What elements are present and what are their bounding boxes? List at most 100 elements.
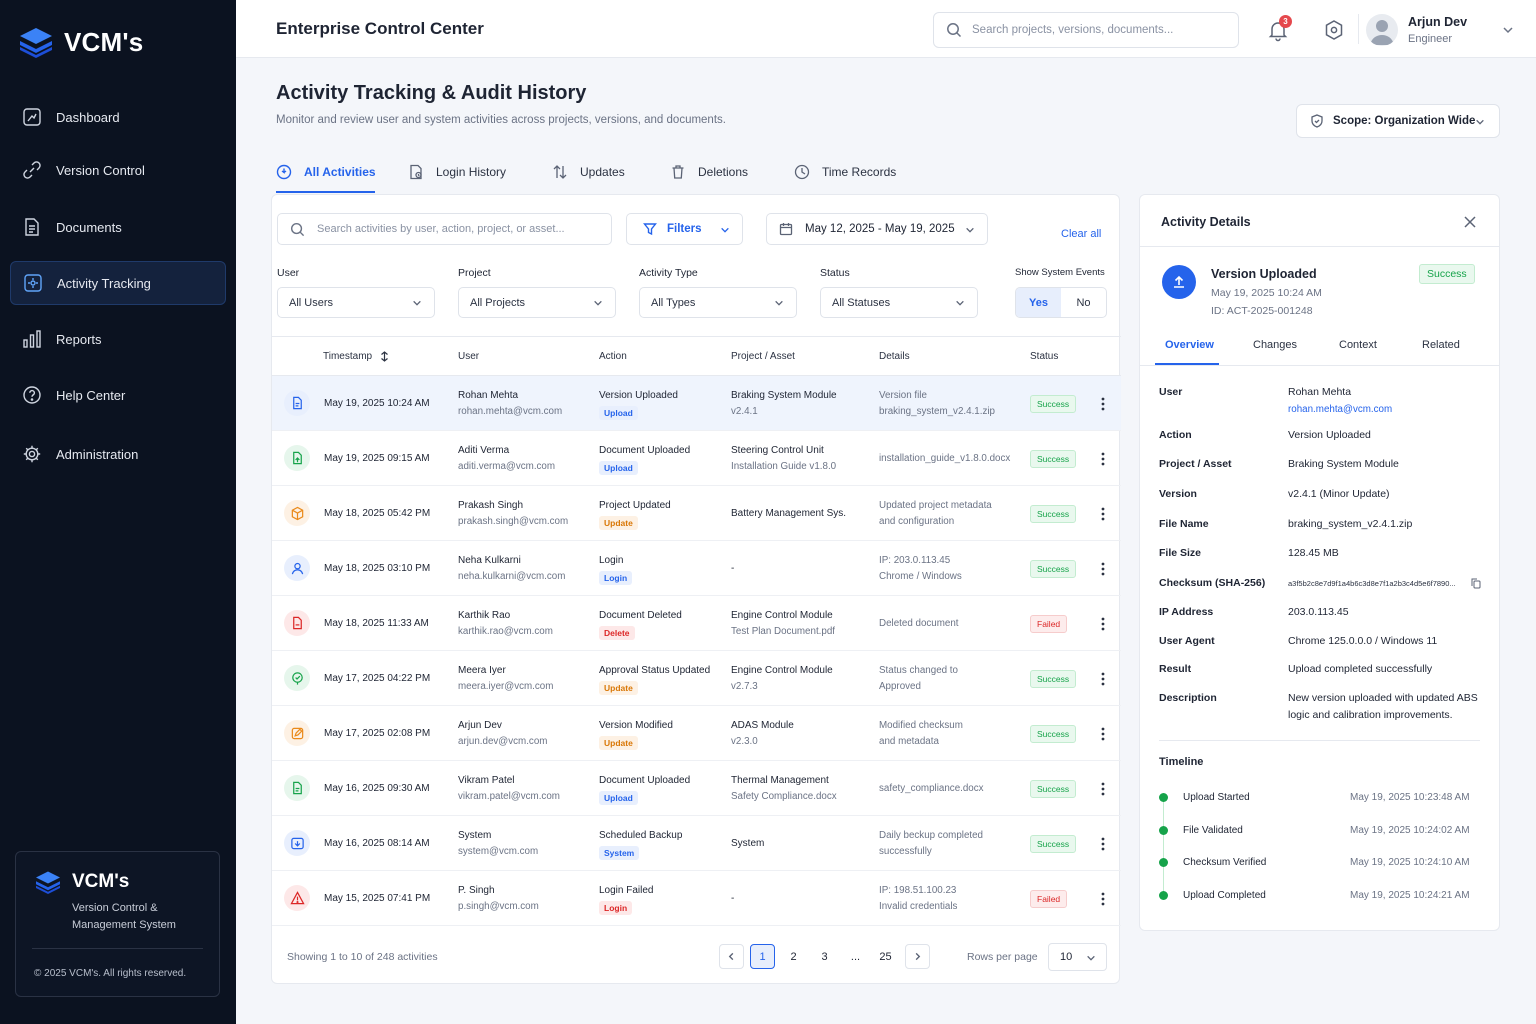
table-row[interactable]: May 18, 2025 11:33 AM Karthik Rao karthik.… (272, 596, 1121, 651)
sidebar-item-version-control[interactable]: Version Control (10, 148, 226, 192)
tab-label: Time Records (822, 165, 897, 179)
cube-icon (291, 506, 303, 520)
table-row[interactable]: May 18, 2025 03:10 PM Neha Kulkarni neha.k… (272, 541, 1121, 596)
toggle-no[interactable]: No (1061, 288, 1106, 317)
sidebar-item-help-center[interactable]: Help Center (10, 373, 226, 417)
calendar-icon (779, 223, 793, 236)
row-details: IP: 203.0.113.45 (879, 555, 951, 566)
date-range-picker[interactable]: May 12, 2025 - May 19, 2025 (766, 213, 988, 245)
table-row[interactable]: May 16, 2025 08:14 AM System system@vcm.co… (272, 816, 1121, 871)
tab-deletions[interactable]: Deletions (670, 152, 748, 192)
sidebar-item-dashboard[interactable]: Dashboard (10, 95, 226, 139)
row-user-name: Rohan Mehta (458, 390, 519, 401)
rows-per-page-select[interactable]: 10 (1048, 943, 1107, 971)
project-filter-select[interactable]: All Projects (458, 287, 616, 318)
details-tab-context[interactable]: Context (1339, 339, 1377, 351)
table-row[interactable]: May 16, 2025 09:30 AM Vikram Patel vikram.… (272, 761, 1121, 816)
topbar: Enterprise Control Center 3 Arjun Dev En… (236, 0, 1536, 58)
table-row[interactable]: May 18, 2025 05:42 PM Prakash Singh prakas… (272, 486, 1121, 541)
table-row[interactable]: May 19, 2025 09:15 AM Aditi Verma aditi.ve… (272, 431, 1121, 486)
sidebar-item-reports[interactable]: Reports (10, 317, 226, 361)
chevron-down-icon (594, 300, 602, 306)
row-user-name: Karthik Rao (458, 610, 511, 621)
kebab-menu-icon[interactable] (1098, 891, 1108, 907)
card-brand: VCM's (34, 870, 129, 894)
sidebar-item-activity-tracking[interactable]: Activity Tracking (10, 261, 226, 305)
sidebar-item-administration[interactable]: Administration (10, 432, 226, 476)
kebab-menu-icon[interactable] (1098, 781, 1108, 797)
activity-search-input[interactable] (317, 223, 597, 235)
row-asset: v2.7.3 (731, 681, 758, 692)
checksum-value: a3f5b2c8e7d9f1a4b6c3d8e7f1a2b3c4d5e6f789… (1288, 579, 1456, 588)
field-value-email[interactable]: rohan.mehta@vcm.com (1288, 401, 1488, 418)
shield-gear-icon[interactable] (1323, 19, 1345, 41)
row-action: Document Deleted (599, 610, 682, 621)
row-timestamp: May 18, 2025 05:42 PM (324, 508, 431, 519)
field-value: Rohan Mehta (1288, 386, 1352, 398)
kebab-menu-icon[interactable] (1098, 671, 1108, 687)
row-project: ADAS Module (731, 720, 794, 731)
details-tab-overview[interactable]: Overview (1165, 339, 1214, 351)
page-button-25[interactable]: 25 (873, 944, 898, 969)
page-button-3[interactable]: 3 (812, 944, 837, 969)
user-filter-select[interactable]: All Users (277, 287, 435, 318)
gear-icon (23, 445, 41, 463)
kebab-menu-icon[interactable] (1098, 616, 1108, 632)
brand-name: VCM's (64, 26, 144, 57)
tab-time-records[interactable]: Time Records (794, 152, 896, 192)
chevron-down-icon[interactable] (1502, 24, 1514, 36)
status-badge: Success (1030, 505, 1077, 523)
timeline-label: Upload Started (1183, 792, 1250, 803)
activity-search[interactable] (277, 213, 612, 245)
details-tab-changes[interactable]: Changes (1253, 339, 1297, 351)
timeline-dot (1159, 793, 1168, 802)
table-row[interactable]: May 17, 2025 04:22 PM Meera Iyer meera.iye… (272, 651, 1121, 706)
tab-login-history[interactable]: Login History (408, 152, 506, 192)
row-timestamp: May 16, 2025 08:14 AM (324, 838, 430, 849)
table-row[interactable]: May 17, 2025 02:08 PM Arjun Dev arjun.dev@… (272, 706, 1121, 761)
col-timestamp[interactable]: Timestamp (323, 351, 389, 362)
field-key: IP Address (1159, 606, 1214, 618)
global-search[interactable] (933, 12, 1239, 48)
page-button-2[interactable]: 2 (781, 944, 806, 969)
kebab-menu-icon[interactable] (1098, 836, 1108, 852)
copy-icon[interactable] (1471, 578, 1481, 589)
details-tab-divider (1140, 365, 1499, 366)
next-page-button[interactable] (905, 944, 930, 969)
avatar-person-icon (1370, 20, 1394, 45)
field-key: Result (1159, 663, 1192, 675)
global-search-input[interactable] (972, 24, 1212, 36)
page-button-1[interactable]: 1 (750, 944, 775, 969)
active-tab-indicator (276, 191, 375, 193)
row-action: Approval Status Updated (599, 665, 711, 676)
table-row[interactable]: May 15, 2025 07:41 PM P. Singh p.singh@vcm… (272, 871, 1121, 926)
prev-page-button[interactable] (719, 944, 744, 969)
kebab-menu-icon[interactable] (1098, 726, 1108, 742)
activity-icon (24, 274, 42, 292)
details-tab-related[interactable]: Related (1422, 339, 1460, 351)
filters-button[interactable]: Filters (626, 213, 743, 245)
toggle-yes[interactable]: Yes (1016, 288, 1061, 317)
tab-all-activities[interactable]: All Activities (276, 152, 376, 192)
user-name[interactable]: Arjun Dev (1408, 15, 1467, 29)
scope-dropdown[interactable]: Scope: Organization Wide (1296, 104, 1500, 138)
sidebar-item-label: Activity Tracking (57, 275, 151, 291)
table-row[interactable]: May 19, 2025 10:24 AM Rohan Mehta rohan.me… (272, 376, 1121, 431)
status-filter-select[interactable]: All Statuses (820, 287, 978, 318)
user-filter-value: All Users (289, 296, 334, 309)
kebab-menu-icon[interactable] (1098, 451, 1108, 467)
close-icon[interactable] (1463, 215, 1477, 229)
status-badge: Success (1419, 264, 1475, 284)
sidebar-item-documents[interactable]: Documents (10, 205, 226, 249)
chevron-down-icon (1087, 955, 1095, 961)
brand-logo[interactable]: VCM's (18, 26, 143, 58)
kebab-menu-icon[interactable] (1098, 561, 1108, 577)
tab-updates[interactable]: Updates (552, 152, 625, 192)
avatar[interactable] (1366, 14, 1398, 46)
row-action: Login Failed (599, 885, 654, 896)
kebab-menu-icon[interactable] (1098, 396, 1108, 412)
clear-all-link[interactable]: Clear all (1061, 228, 1101, 240)
type-filter-select[interactable]: All Types (639, 287, 797, 318)
row-project: - (731, 893, 735, 904)
kebab-menu-icon[interactable] (1098, 506, 1108, 522)
